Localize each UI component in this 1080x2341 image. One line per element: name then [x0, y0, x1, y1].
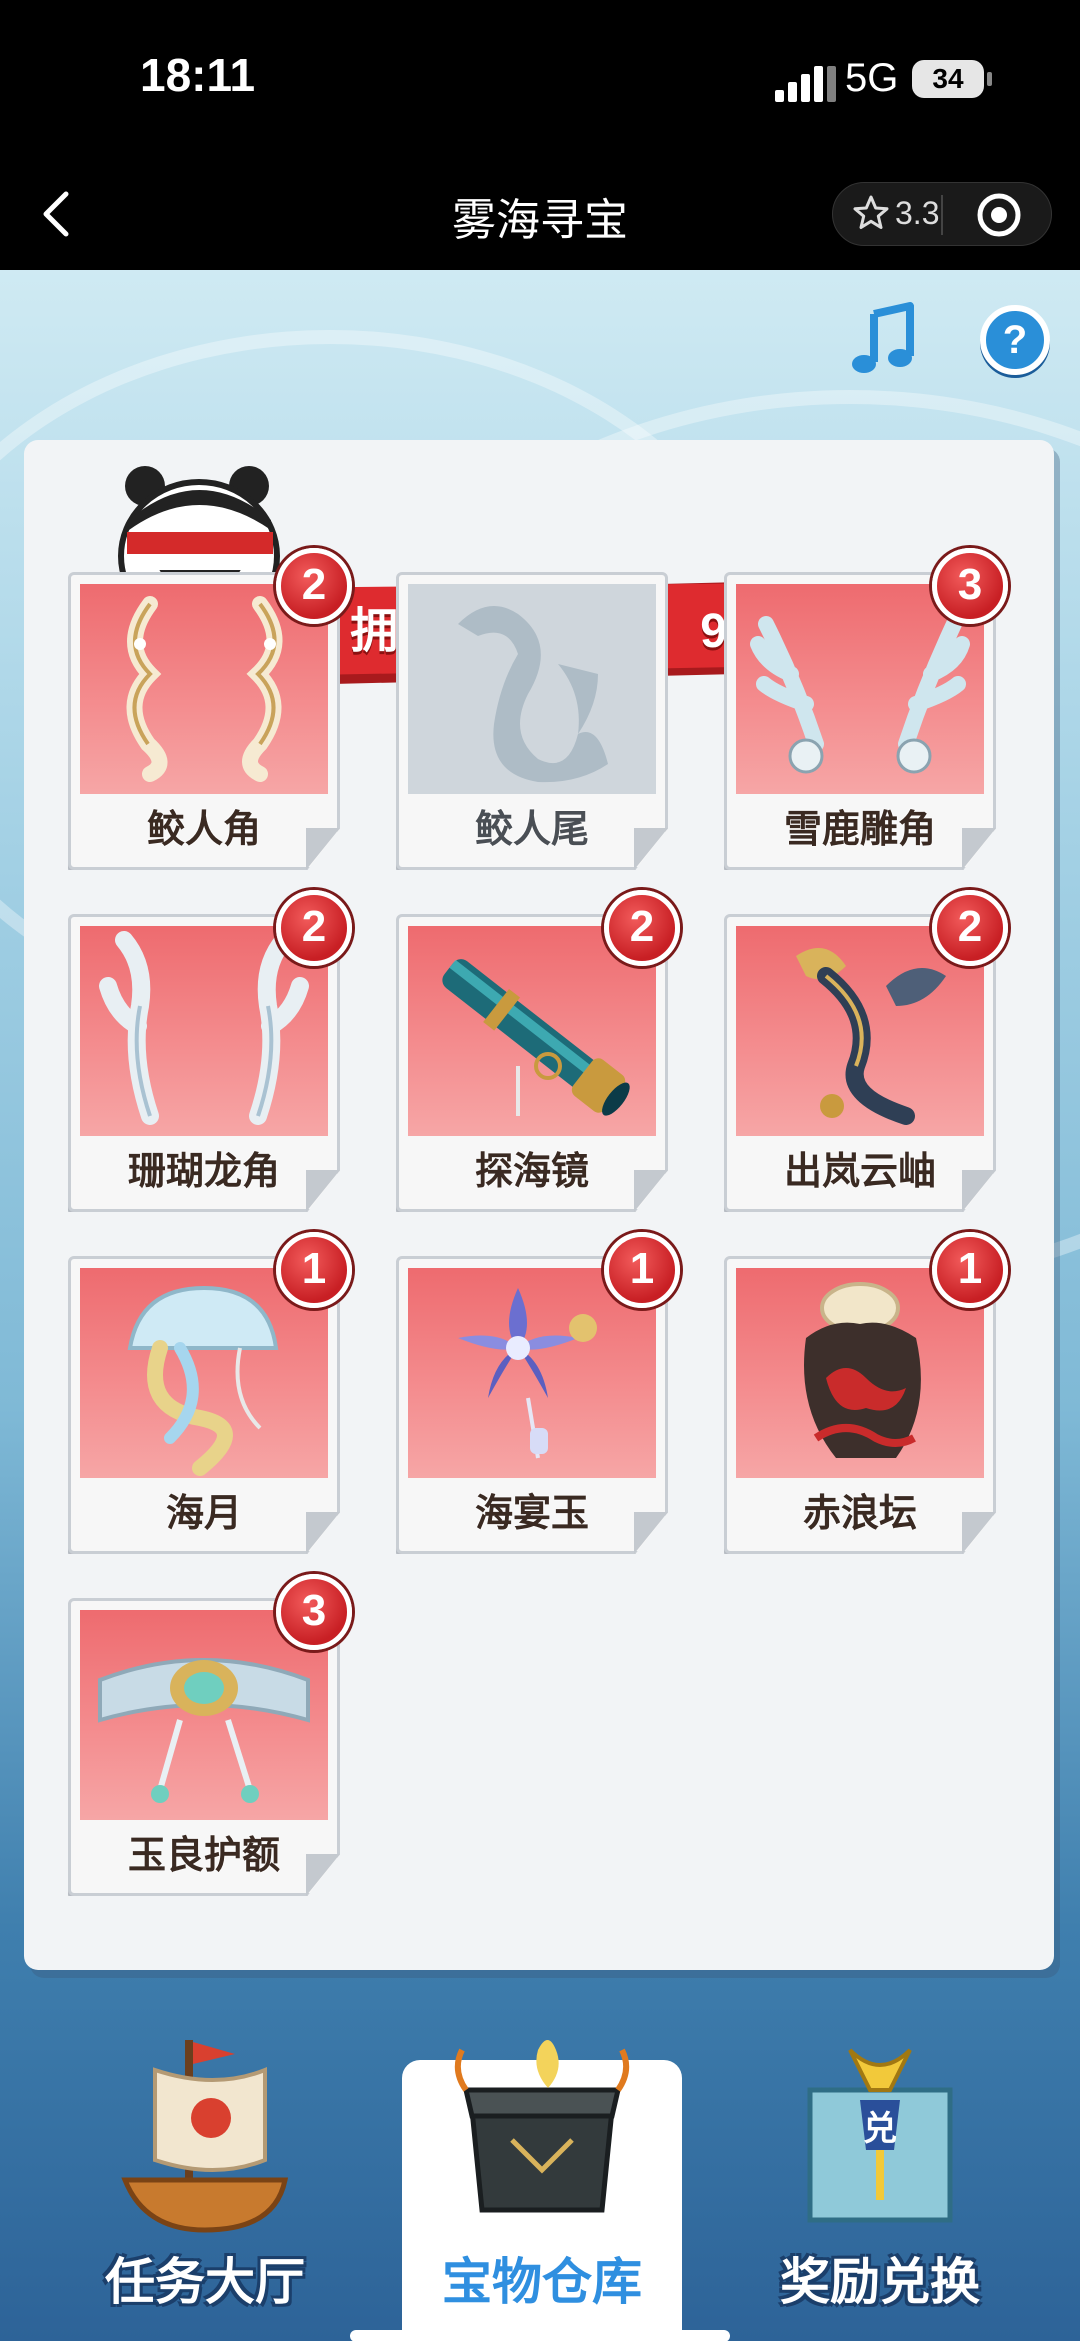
treasure-card[interactable]: 海月 1: [68, 1232, 352, 1554]
treasure-name: 赤浪坛: [802, 1493, 917, 1535]
battery-icon: 34: [912, 60, 992, 98]
treasure-count-badge: 2: [276, 548, 352, 624]
treasure-name: 玉良护额: [127, 1835, 280, 1877]
treasure-count-badge: 1: [276, 1232, 352, 1308]
signal-icon: [775, 62, 836, 102]
treasure-count-badge: 2: [604, 890, 680, 966]
treasure-name: 海月: [165, 1493, 242, 1535]
treasure-image: [408, 584, 656, 794]
divider: [941, 195, 943, 235]
music-icon[interactable]: [850, 300, 920, 380]
treasure-count-badge: 3: [276, 1574, 352, 1650]
treasure-name: 鲛人尾: [474, 809, 589, 851]
close-miniprogram-icon[interactable]: [975, 191, 1023, 239]
treasure-card[interactable]: 赤浪坛 1: [724, 1232, 1008, 1554]
ship-icon: [121, 2040, 289, 2233]
status-bar: 18:11 5G 34: [0, 0, 1080, 160]
treasure-count-badge: 3: [932, 548, 1008, 624]
treasure-name: 珊瑚龙角: [127, 1151, 280, 1193]
tab-task-hall[interactable]: 任务大厅: [55, 2030, 355, 2330]
star-icon: [853, 195, 889, 229]
treasure-name: 出岚云岫: [783, 1151, 936, 1193]
bottom-nav: 任务大厅 宝物仓库 兑 奖励兑换: [0, 2030, 1080, 2341]
rating-capsule[interactable]: 3.3: [832, 182, 1052, 246]
tab-label: 奖励兑换: [780, 2254, 980, 2310]
treasure-count-badge: 1: [932, 1232, 1008, 1308]
treasure-name: 探海镜: [474, 1151, 589, 1193]
treasure-count-badge: 1: [604, 1232, 680, 1308]
help-button[interactable]: ?: [980, 305, 1050, 375]
treasure-card[interactable]: 海宴玉 1: [396, 1232, 680, 1554]
treasure-name: 鲛人角: [146, 809, 261, 851]
treasure-card[interactable]: 雪鹿雕角 3: [724, 548, 1008, 870]
tab-reward-exchange[interactable]: 兑 奖励兑换: [730, 2030, 1030, 2330]
treasure-count-badge: 2: [276, 890, 352, 966]
gift-box-icon: 兑: [807, 2048, 953, 2223]
home-indicator: [350, 2330, 730, 2341]
tab-label: 宝物仓库: [442, 2254, 642, 2310]
treasure-chest-icon: [454, 2040, 630, 2213]
tab-treasure-warehouse[interactable]: 宝物仓库: [392, 2030, 692, 2340]
treasure-card[interactable]: 出岚云岫 2: [724, 890, 1008, 1212]
treasure-name: 雪鹿雕角: [783, 809, 936, 851]
treasure-card[interactable]: 鲛人尾: [396, 572, 668, 870]
svg-text:兑: 兑: [863, 2109, 897, 2149]
nav-bar: 雾海寻宝 3.3: [0, 160, 1080, 270]
treasure-count-badge: 2: [932, 890, 1008, 966]
treasure-card[interactable]: 玉良护额 3: [68, 1574, 352, 1896]
tab-label: 任务大厅: [105, 2254, 305, 2310]
network-type: 5G: [845, 56, 899, 100]
treasure-name: 海宴玉: [474, 1493, 589, 1535]
status-time: 18:11: [140, 49, 256, 101]
mermaid-tail-silhouette-icon: [458, 606, 608, 783]
treasure-card[interactable]: 珊瑚龙角 2: [68, 890, 352, 1212]
treasure-card[interactable]: 鲛人角 2: [68, 548, 352, 870]
rating-value: 3.3: [895, 195, 940, 231]
treasure-card[interactable]: 探海镜 2: [396, 890, 680, 1212]
